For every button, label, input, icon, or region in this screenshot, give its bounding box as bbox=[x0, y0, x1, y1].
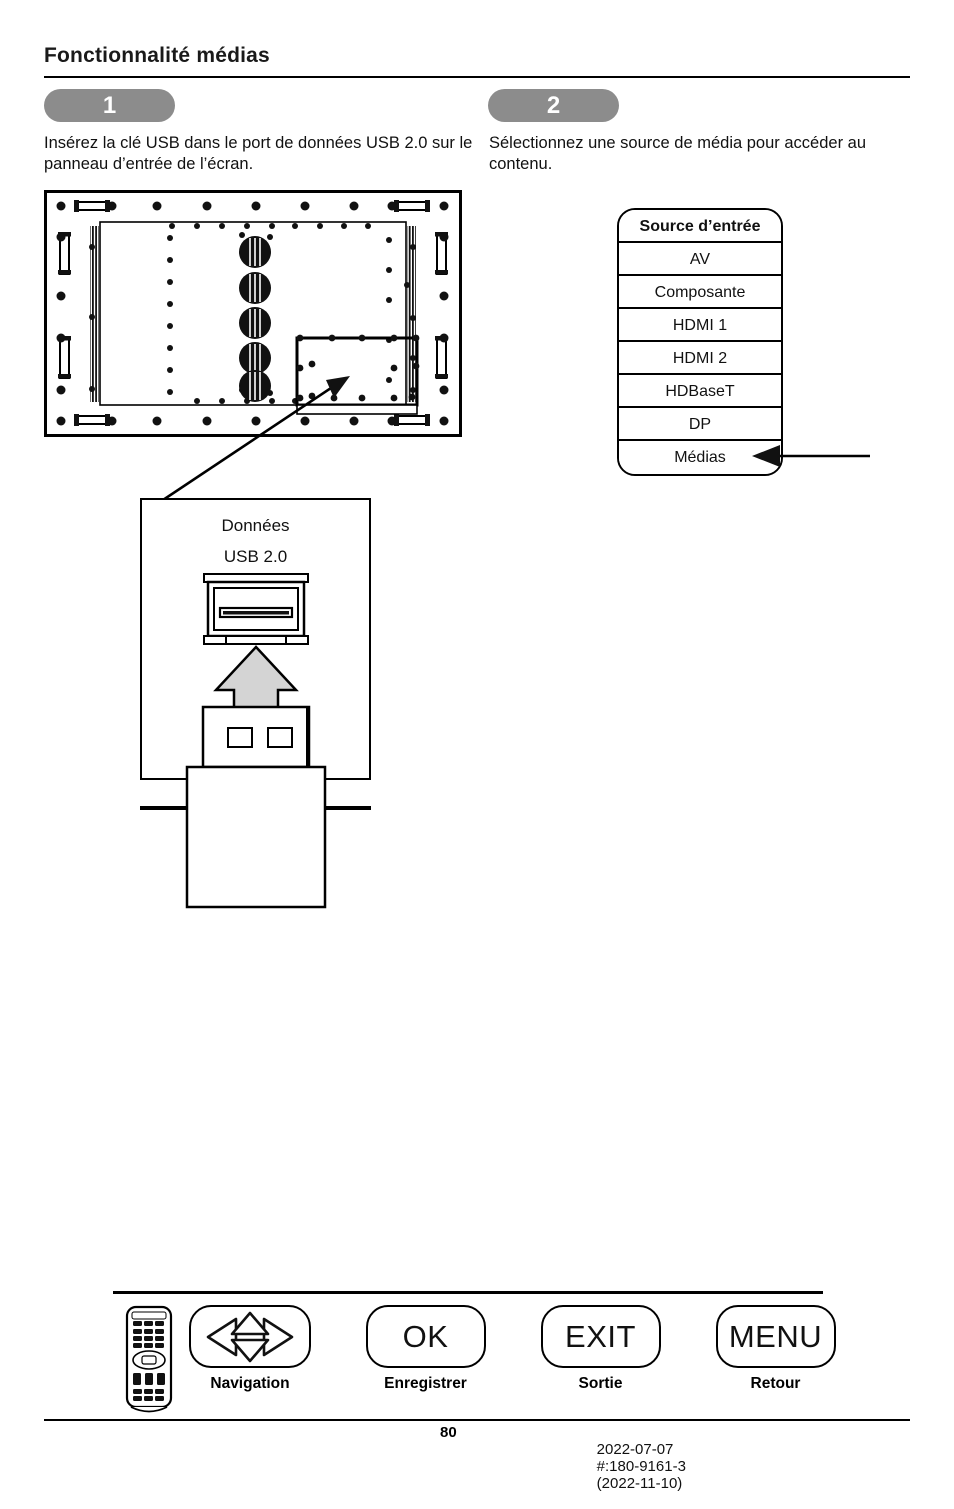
page-footer-divider bbox=[44, 1419, 910, 1421]
menu-key-label: MENU bbox=[728, 1318, 823, 1354]
ok-key-item[interactable]: OK Enregistrer bbox=[358, 1305, 493, 1393]
step-2-text: Sélectionnez une source de média pour ac… bbox=[489, 134, 866, 173]
exit-caption: Sortie bbox=[578, 1375, 623, 1392]
callout-label-donnees: Données bbox=[221, 516, 290, 535]
doc-date: 2022-07-07 bbox=[596, 1441, 674, 1458]
navigation-key-item[interactable]: Navigation bbox=[185, 1305, 315, 1393]
exit-key-item[interactable]: EXIT Sortie bbox=[533, 1305, 668, 1393]
ok-key[interactable]: OK bbox=[365, 1305, 486, 1368]
exit-key[interactable]: EXIT bbox=[540, 1305, 661, 1368]
menu-item-composante[interactable]: Composante bbox=[619, 276, 781, 309]
navigation-arrows-icon bbox=[206, 1311, 294, 1362]
menu-key[interactable]: MENU bbox=[715, 1305, 836, 1368]
menu-item-dp[interactable]: DP bbox=[619, 408, 781, 441]
callout-label-usb20: USB 2.0 bbox=[223, 547, 288, 566]
step-1-text: Insérez la clé USB dans le port de donné… bbox=[44, 134, 473, 173]
manual-page: Fonctionnalité médias 1 Insérez la clé U… bbox=[0, 0, 954, 1492]
page-title: Fonctionnalité médias bbox=[44, 44, 270, 67]
step-2-badge: 2 bbox=[488, 89, 619, 122]
menu-item-hdmi-2[interactable]: HDMI 2 bbox=[619, 342, 781, 375]
menu-item-hdbaset[interactable]: HDBaseT bbox=[619, 375, 781, 408]
document-meta: 2022-07-07 #:180-9161-3 (2022-11-10) bbox=[580, 1424, 704, 1509]
doc-id: #:180-9161-3 bbox=[596, 1458, 686, 1475]
remote-control-item bbox=[113, 1305, 185, 1413]
menu-caption: Retour bbox=[750, 1375, 801, 1392]
menu-header: Source d’entrée bbox=[619, 210, 781, 243]
page-number: 80 bbox=[440, 1424, 457, 1441]
title-divider bbox=[44, 76, 910, 78]
remote-control-icon bbox=[125, 1305, 173, 1413]
navigation-key[interactable] bbox=[189, 1305, 311, 1368]
input-source-menu[interactable]: Source d’entrée AV Composante HDMI 1 HDM… bbox=[617, 208, 783, 476]
menu-item-medias[interactable]: Médias bbox=[619, 441, 781, 474]
rear-panel-svg bbox=[44, 190, 462, 437]
usb-port-callout-box bbox=[140, 498, 371, 780]
ok-key-label: OK bbox=[402, 1318, 449, 1354]
ok-caption: Enregistrer bbox=[384, 1375, 467, 1392]
navigation-caption: Navigation bbox=[210, 1375, 290, 1392]
exit-key-label: EXIT bbox=[565, 1318, 636, 1354]
doc-revision: (2022-11-10) bbox=[596, 1475, 683, 1492]
step-1-badge: 1 bbox=[44, 89, 175, 122]
menu-key-item[interactable]: MENU Retour bbox=[708, 1305, 843, 1393]
menu-item-hdmi-1[interactable]: HDMI 1 bbox=[619, 309, 781, 342]
menu-item-av[interactable]: AV bbox=[619, 243, 781, 276]
key-legend: Navigation OK Enregistrer EXIT Sortie ME… bbox=[113, 1305, 836, 1417]
footer-divider bbox=[113, 1291, 823, 1294]
display-rear-panel-diagram bbox=[44, 190, 462, 437]
